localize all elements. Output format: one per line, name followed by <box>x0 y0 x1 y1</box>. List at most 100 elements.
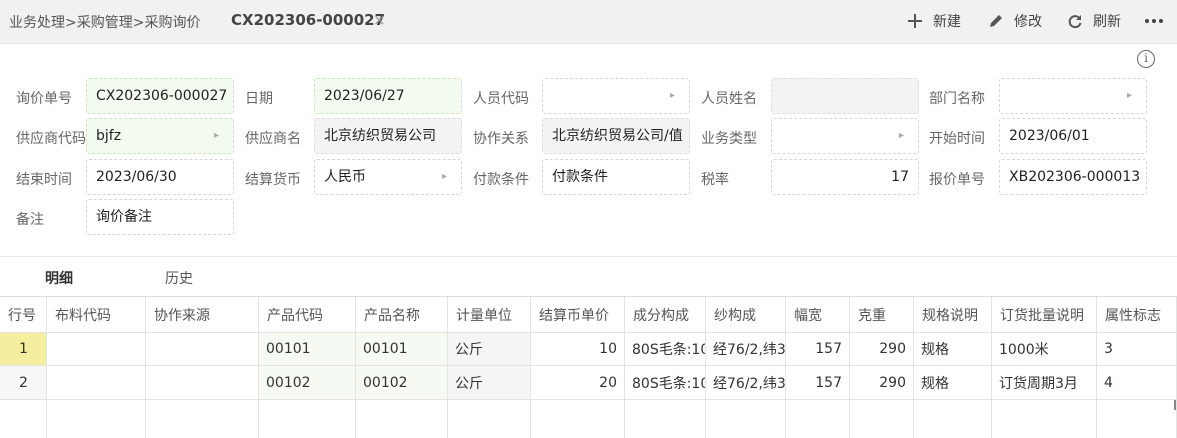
width-cell[interactable]: 157 <box>786 366 850 399</box>
new-button[interactable]: 新建 <box>907 11 961 31</box>
composition-cell[interactable]: 80S毛条:100 <box>625 333 706 365</box>
empty-cell <box>786 400 850 438</box>
end-time-label: 结束时间 <box>16 172 72 188</box>
currency-value: 人民币 <box>324 169 366 185</box>
inquiry-no-label: 询价单号 <box>16 91 72 107</box>
price-cell[interactable]: 10 <box>531 333 625 365</box>
yarn-cell[interactable]: 经76/2,纬38 <box>706 366 786 399</box>
quote-no-field[interactable]: XB202306-000013 <box>999 159 1147 195</box>
tax-rate-field[interactable]: 17 <box>771 159 919 195</box>
chevron-right-icon: ▸ <box>669 90 675 101</box>
price-cell[interactable]: 20 <box>531 366 625 399</box>
product-name-cell[interactable]: 00102 <box>356 366 448 399</box>
fabric-code-cell[interactable] <box>47 333 146 365</box>
attr-cell[interactable]: 3 <box>1097 333 1177 365</box>
product-code-cell[interactable]: 00102 <box>259 366 356 399</box>
more-button[interactable] <box>1144 12 1174 28</box>
batch-cell[interactable]: 1000米 <box>992 333 1097 365</box>
supplier-code-label: 供应商代码 <box>16 131 86 147</box>
row-number-cell[interactable]: 2 <box>0 366 47 399</box>
weight-cell[interactable]: 290 <box>850 366 914 399</box>
column-header[interactable]: 产品代码 <box>259 297 356 332</box>
plus-icon <box>908 14 922 28</box>
quote-no-label: 报价单号 <box>929 172 985 188</box>
composition-cell[interactable]: 80S毛条:100 <box>625 366 706 399</box>
relation-label: 协作关系 <box>473 131 529 147</box>
table-row[interactable]: 2 00102 00102 公斤 20 80S毛条:100 经76/2,纬38 … <box>0 366 1177 400</box>
biz-type-field[interactable]: ▸ <box>771 118 919 154</box>
tab-detail[interactable]: 明细 <box>45 268 73 288</box>
tax-rate-label: 税率 <box>701 172 729 188</box>
row-number-cell[interactable]: 1 <box>0 333 47 365</box>
spec-cell[interactable]: 规格 <box>914 366 992 399</box>
empty-cell <box>47 400 146 438</box>
product-code-cell[interactable]: 00101 <box>259 333 356 365</box>
currency-label: 结算货币 <box>245 172 301 188</box>
refresh-button[interactable]: 刷新 <box>1067 11 1121 31</box>
column-header[interactable]: 幅宽 <box>786 297 850 332</box>
unit-cell[interactable]: 公斤 <box>448 366 531 399</box>
column-header[interactable]: 克重 <box>850 297 914 332</box>
new-button-label: 新建 <box>933 14 961 30</box>
fabric-code-cell[interactable] <box>47 366 146 399</box>
date-field[interactable]: 2023/06/27 <box>314 78 462 114</box>
date-label: 日期 <box>245 91 273 107</box>
column-header[interactable]: 结算币单价 <box>531 297 625 332</box>
staff-name-label: 人员姓名 <box>701 91 757 107</box>
start-time-field[interactable]: 2023/06/01 <box>999 118 1147 154</box>
end-time-field[interactable]: 2023/06/30 <box>86 159 234 195</box>
breadcrumb[interactable]: 业务处理>采购管理>采购询价 <box>9 12 200 32</box>
chevron-right-icon: ▸ <box>898 130 904 141</box>
close-tab-icon[interactable]: × <box>373 11 386 29</box>
edit-button-label: 修改 <box>1014 14 1042 30</box>
pencil-icon <box>990 15 1002 27</box>
source-cell[interactable] <box>146 333 259 365</box>
empty-cell <box>850 400 914 438</box>
staff-code-field[interactable]: ▸ <box>542 78 690 114</box>
column-header[interactable]: 计量单位 <box>448 297 531 332</box>
column-header[interactable]: 布料代码 <box>47 297 146 332</box>
relation-field: 北京纺织贸易公司/值 <box>542 118 690 154</box>
attr-cell[interactable]: 4 <box>1097 366 1177 399</box>
column-header[interactable]: 成分构成 <box>625 297 706 332</box>
spec-cell[interactable]: 规格 <box>914 333 992 365</box>
supplier-code-field[interactable]: bjfz ▸ <box>86 118 234 154</box>
batch-cell[interactable]: 订货周期3月 <box>992 366 1097 399</box>
column-header[interactable]: 规格说明 <box>914 297 992 332</box>
column-header[interactable]: 属性标志 <box>1097 297 1177 332</box>
yarn-cell[interactable]: 经76/2,纬38 <box>706 333 786 365</box>
source-cell[interactable] <box>146 366 259 399</box>
column-header[interactable]: 协作来源 <box>146 297 259 332</box>
column-header[interactable]: 纱构成 <box>706 297 786 332</box>
table-row[interactable]: 1 00101 00101 公斤 10 80S毛条:100 经76/2,纬38 … <box>0 333 1177 366</box>
width-cell[interactable]: 157 <box>786 333 850 365</box>
refresh-button-label: 刷新 <box>1093 14 1121 30</box>
chevron-right-icon: ▸ <box>441 171 447 182</box>
column-header[interactable]: 产品名称 <box>356 297 448 332</box>
column-header[interactable]: 订货批量说明 <box>992 297 1097 332</box>
empty-cell <box>146 400 259 438</box>
edit-button[interactable]: 修改 <box>988 11 1042 31</box>
currency-field[interactable]: 人民币 ▸ <box>314 159 462 195</box>
product-name-cell[interactable]: 00101 <box>356 333 448 365</box>
tab-history[interactable]: 历史 <box>165 268 193 288</box>
inquiry-no-field[interactable]: CX202306-000027 <box>86 78 234 114</box>
payment-field[interactable]: 付款条件 <box>542 159 690 195</box>
remark-label: 备注 <box>16 212 44 228</box>
empty-cell <box>448 400 531 438</box>
dept-name-field[interactable]: ▸ <box>999 78 1147 114</box>
column-header[interactable]: 行号 <box>0 297 47 332</box>
empty-row <box>0 400 1177 438</box>
scrollbar[interactable] <box>1174 400 1176 410</box>
table-header-row: 行号 布料代码 协作来源 产品代码 产品名称 计量单位 结算币单价 成分构成 纱… <box>0 296 1177 333</box>
remark-field[interactable]: 询价备注 <box>86 199 234 235</box>
supplier-code-value: bjfz <box>96 128 122 144</box>
info-icon[interactable]: i <box>1137 50 1155 68</box>
weight-cell[interactable]: 290 <box>850 333 914 365</box>
section-divider <box>0 256 1177 257</box>
document-tab-title[interactable]: CX202306-000027 <box>231 11 385 29</box>
empty-cell <box>356 400 448 438</box>
staff-code-label: 人员代码 <box>473 91 529 107</box>
unit-cell[interactable]: 公斤 <box>448 333 531 365</box>
empty-cell <box>706 400 786 438</box>
